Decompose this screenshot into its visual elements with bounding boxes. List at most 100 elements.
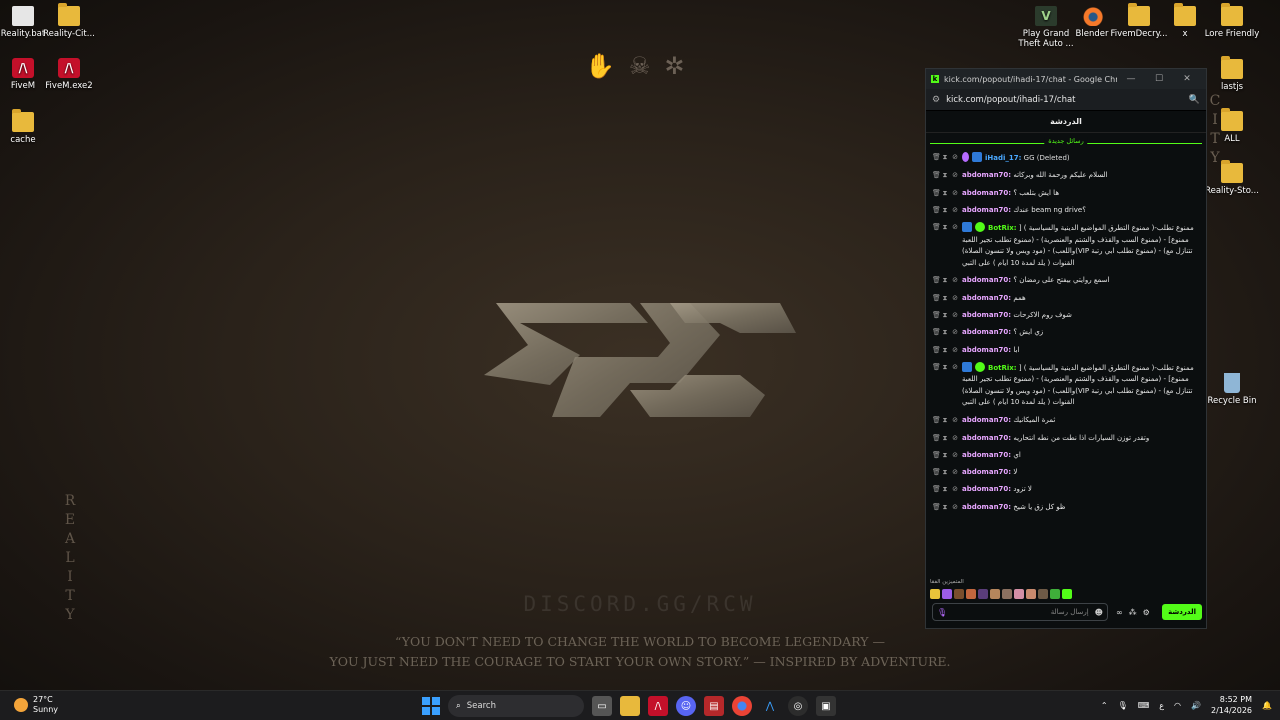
ban-icon[interactable]: ⊘ <box>952 450 958 461</box>
chat-input[interactable]: 🎙 إرسال رسالة ☻ <box>932 603 1108 621</box>
microphone-icon[interactable]: 🎙 <box>937 608 947 617</box>
chat-message[interactable]: 🗑 ⧗ ⊘ abdoman70: ابا <box>932 345 1200 356</box>
chat-message[interactable]: 🗑 ⧗ ⊘ iHadi_17: GG (Deleted) <box>932 152 1200 164</box>
chat-username[interactable]: BotRix: <box>988 224 1017 232</box>
notifications-icon[interactable]: 🔔 <box>1262 701 1272 710</box>
emote-icon[interactable] <box>930 589 940 599</box>
trash-icon[interactable]: 🗑 <box>932 310 941 321</box>
minimize-button[interactable]: — <box>1117 74 1145 84</box>
emote-icon[interactable] <box>1014 589 1024 599</box>
trash-icon[interactable]: 🗑 <box>932 205 941 216</box>
emote-icon[interactable] <box>954 589 964 599</box>
emote-icon[interactable] <box>978 589 988 599</box>
timeout-icon[interactable]: ⧗ <box>942 222 948 233</box>
chat-message[interactable]: 🗑 ⧗ ⊘ abdoman70: عندك beam ng drive؟ <box>932 205 1200 216</box>
timeout-icon[interactable]: ⧗ <box>942 170 948 181</box>
chat-username[interactable]: abdoman70: <box>962 416 1011 424</box>
start-button[interactable] <box>422 697 440 715</box>
url-text[interactable]: kick.com/popout/ihadi-17/chat <box>946 95 1189 105</box>
emote-icon[interactable] <box>942 589 952 599</box>
trash-icon[interactable]: 🗑 <box>932 502 941 513</box>
emote-icon[interactable] <box>966 589 976 599</box>
trash-icon[interactable]: 🗑 <box>932 450 941 461</box>
trash-icon[interactable]: 🗑 <box>932 152 941 163</box>
timeout-icon[interactable]: ⧗ <box>942 310 948 321</box>
timeout-icon[interactable]: ⧗ <box>942 293 948 304</box>
chat-username[interactable]: abdoman70: <box>962 468 1011 476</box>
trash-icon[interactable]: 🗑 <box>932 433 941 444</box>
chat-message[interactable]: 🗑 ⧗ ⊘ abdoman70: ثمرة الميكانيك <box>932 415 1200 426</box>
users-icon[interactable]: ⁂ <box>1129 608 1137 617</box>
discord-icon[interactable]: ☺ <box>676 696 696 716</box>
timeout-icon[interactable]: ⧗ <box>942 275 948 286</box>
trash-icon[interactable]: 🗑 <box>932 467 941 478</box>
trash-icon[interactable]: 🗑 <box>932 362 941 373</box>
desktop-icon-lore-friendly[interactable]: Lore Friendly <box>1201 3 1263 39</box>
desktop-icon-recycle-bin[interactable]: Recycle Bin <box>1201 373 1263 406</box>
desktop-icon-reality-cit[interactable]: Reality-Cit... <box>38 3 100 39</box>
ban-icon[interactable]: ⊘ <box>952 310 958 321</box>
trash-icon[interactable]: 🗑 <box>932 188 941 199</box>
trash-icon[interactable]: 🗑 <box>932 170 941 181</box>
trash-icon[interactable]: 🗑 <box>932 222 941 233</box>
ban-icon[interactable]: ⊘ <box>952 293 958 304</box>
trash-icon[interactable]: 🗑 <box>932 275 941 286</box>
ban-icon[interactable]: ⊘ <box>952 275 958 286</box>
chevron-up-icon[interactable]: ⌃ <box>1101 701 1108 710</box>
settings-gear-icon[interactable]: ⚙ <box>1143 608 1150 617</box>
chat-message[interactable]: 🗑 ⧗ ⊘ abdoman70: همم <box>932 293 1200 304</box>
emoji-icon[interactable]: ☻ <box>1095 608 1103 617</box>
chat-username[interactable]: abdoman70: <box>962 346 1011 354</box>
desktop-icon-lastjs[interactable]: lastjs <box>1201 56 1263 92</box>
trash-icon[interactable]: 🗑 <box>932 345 941 356</box>
ban-icon[interactable]: ⊘ <box>952 327 958 338</box>
chat-message[interactable]: 🗑 ⧗ ⊘ abdoman70: اسمع روايتي بيفتح على رمض… <box>932 275 1200 286</box>
chat-input-placeholder[interactable]: إرسال رسالة <box>953 608 1095 616</box>
taskbar-search[interactable]: ⌕ Search <box>448 695 584 717</box>
chat-username[interactable]: BotRix: <box>988 364 1017 372</box>
emote-icon[interactable] <box>1038 589 1048 599</box>
ban-icon[interactable]: ⊘ <box>952 502 958 513</box>
app-taskbar-icon[interactable]: ▤ <box>704 696 724 716</box>
chat-message[interactable]: 🗑 ⧗ ⊘ BotRix: ممنوع تطلب-( ممنوع التطرق ال… <box>932 222 1200 269</box>
chat-message[interactable]: 🗑 ⧗ ⊘ abdoman70: ظو كل زق يا شيخ <box>932 502 1200 513</box>
maximize-button[interactable]: ☐ <box>1145 74 1173 84</box>
ban-icon[interactable]: ⊘ <box>952 433 958 444</box>
volume-icon[interactable]: 🔊 <box>1191 701 1201 710</box>
chat-message[interactable]: 🗑 ⧗ ⊘ abdoman70: اي <box>932 450 1200 461</box>
ban-icon[interactable]: ⊘ <box>952 362 958 373</box>
emote-icon[interactable] <box>1002 589 1012 599</box>
close-button[interactable]: ✕ <box>1173 74 1201 84</box>
timeout-icon[interactable]: ⧗ <box>942 327 948 338</box>
chat-username[interactable]: abdoman70: <box>962 328 1011 336</box>
timeout-icon[interactable]: ⧗ <box>942 415 948 426</box>
chat-username[interactable]: abdoman70: <box>962 206 1011 214</box>
chat-username[interactable]: abdoman70: <box>962 189 1011 197</box>
chat-username[interactable]: abdoman70: <box>962 503 1011 511</box>
chat-username[interactable]: iHadi_17: <box>985 154 1021 162</box>
chat-message[interactable]: 🗑 ⧗ ⊘ abdoman70: لا <box>932 467 1200 478</box>
timeout-icon[interactable]: ⧗ <box>942 345 948 356</box>
ban-icon[interactable]: ⊘ <box>952 484 958 495</box>
ban-icon[interactable]: ⊘ <box>952 415 958 426</box>
chat-message[interactable]: 🗑 ⧗ ⊘ abdoman70: السلام عليكم ورحمة الله و… <box>932 170 1200 181</box>
timeout-icon[interactable]: ⧗ <box>942 205 948 216</box>
chat-username[interactable]: abdoman70: <box>962 171 1011 179</box>
timeout-icon[interactable]: ⧗ <box>942 188 948 199</box>
ban-icon[interactable]: ⊘ <box>952 170 958 181</box>
trash-icon[interactable]: 🗑 <box>932 327 941 338</box>
emote-icon[interactable] <box>1050 589 1060 599</box>
chat-message[interactable]: 🗑 ⧗ ⊘ BotRix: ممنوع تطلب-( ممنوع التطرق ال… <box>932 361 1200 409</box>
clock[interactable]: 8:52 PM 2/14/2026 <box>1211 694 1252 716</box>
chat-username[interactable]: abdoman70: <box>962 485 1011 493</box>
task-view-icon[interactable]: ▭ <box>592 696 612 716</box>
terminal-icon[interactable]: ▣ <box>816 696 836 716</box>
chat-username[interactable]: abdoman70: <box>962 451 1011 459</box>
desktop-icon-fivem-exe2[interactable]: /\ FiveM.exe2 <box>38 58 100 91</box>
wifi-icon[interactable]: ◠ <box>1174 701 1181 710</box>
vscode-icon[interactable]: ⋀ <box>760 696 780 716</box>
ban-icon[interactable]: ⊘ <box>952 188 958 199</box>
chat-message[interactable]: 🗑 ⧗ ⊘ abdoman70: وتقدر توزن السيارات اذا ن… <box>932 433 1200 444</box>
microphone-tray-icon[interactable]: 🎙 <box>1118 701 1128 710</box>
ban-icon[interactable]: ⊘ <box>952 467 958 478</box>
